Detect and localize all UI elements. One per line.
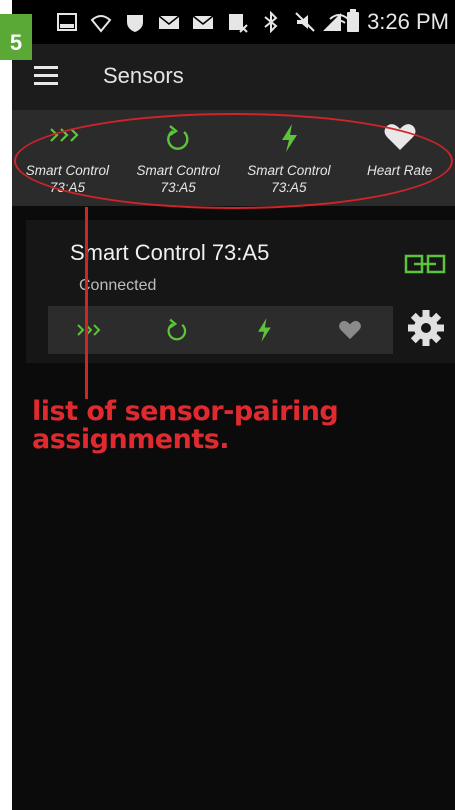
heart-icon (338, 320, 361, 340)
strip-label-line1: Smart Control (136, 163, 220, 178)
heart-icon (384, 124, 416, 150)
image-icon (57, 13, 77, 31)
vpn-icon (127, 15, 143, 32)
refresh-cadence-icon (167, 318, 187, 341)
lightning-power-icon (257, 318, 271, 342)
sensor-pairing-strip: Smart Control 73:A5 Smart Control 73:A5 … (12, 110, 455, 206)
strip-label-line2: 73:A5 (160, 180, 196, 195)
strip-item-speed[interactable]: Smart Control 73:A5 (12, 110, 123, 206)
phone-screen: 3:26 PM Sensors Smart Control 73:A5 Smar… (12, 0, 455, 810)
card-speed-slot (48, 306, 134, 354)
speed-arrows-icon (77, 324, 101, 336)
status-icons (56, 10, 350, 34)
nfc-icon (229, 14, 248, 33)
strip-item-heart-rate[interactable]: Heart Rate (344, 110, 455, 206)
strip-item-cadence[interactable]: Smart Control 73:A5 (123, 110, 234, 206)
sensor-card[interactable]: Smart Control 73:A5 Connected (26, 220, 455, 363)
mail-icon-2 (192, 15, 214, 29)
step-number-badge: 5 (0, 14, 32, 60)
annotation-line1: list of sensor-pairing (32, 396, 339, 427)
lightning-power-icon (281, 124, 297, 152)
gear-icon[interactable] (406, 308, 446, 348)
strip-label-line2: 73:A5 (49, 180, 86, 195)
app-bar: Sensors (12, 44, 455, 110)
card-heart-slot (307, 306, 393, 354)
status-bar: 3:26 PM (12, 0, 455, 44)
speed-arrows-icon (50, 128, 79, 142)
refresh-cadence-icon (167, 125, 189, 150)
bluetooth-icon (264, 11, 278, 33)
card-power-slot (221, 306, 307, 354)
sensor-type-icons (48, 306, 393, 354)
pairing-link-icon[interactable] (404, 254, 446, 274)
annotation-pointer-line (85, 207, 88, 399)
page-title: Sensors (103, 63, 184, 88)
strip-item-power[interactable]: Smart Control 73:A5 (234, 110, 345, 206)
wifi-shield-icon (90, 15, 112, 33)
hamburger-menu-icon[interactable] (34, 66, 58, 86)
battery-icon (347, 9, 359, 32)
strip-label-line1: Heart Rate (366, 163, 433, 178)
sensor-name: Smart Control 73:A5 (70, 240, 270, 265)
signal-icon (323, 13, 341, 31)
connection-status: Connected (79, 277, 157, 294)
annotation-caption: list of sensor-pairing assignments. (32, 398, 452, 454)
status-time: 3:26 PM (367, 9, 449, 34)
strip-label-line2: 73:A5 (271, 180, 307, 195)
mail-icon (158, 15, 180, 29)
card-cadence-slot (134, 306, 220, 354)
mute-icon (295, 12, 315, 32)
strip-label-line1: Smart Control (247, 163, 331, 178)
annotation-line2: assignments. (32, 424, 230, 455)
strip-label-line1: Smart Control (25, 163, 110, 178)
